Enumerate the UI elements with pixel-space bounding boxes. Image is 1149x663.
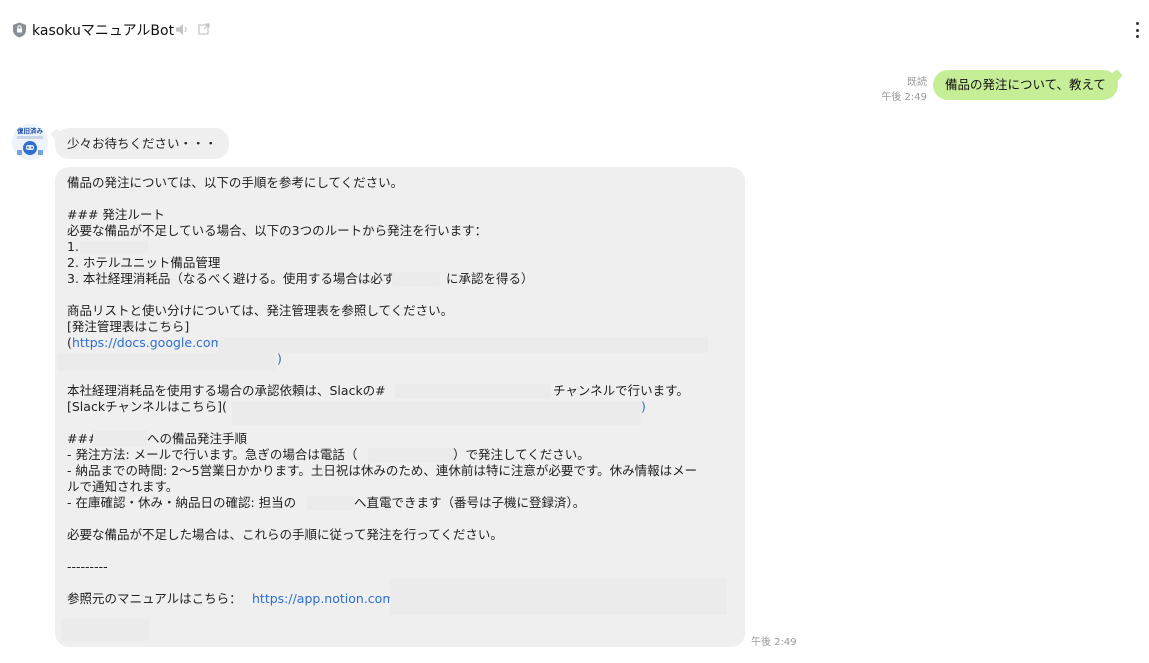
redacted-block <box>218 337 708 353</box>
bot-avatar[interactable]: 復旧済み <box>12 124 48 160</box>
redacted-block <box>307 496 355 510</box>
divider-text: --------- <box>67 559 108 574</box>
sheet-link[interactable]: https://docs.google.com <box>72 335 223 351</box>
chat-title: kasokuマニュアルBot <box>32 23 175 39</box>
user-message-text: 備品の発注について、教えて <box>945 77 1106 92</box>
procedure-method-start: - 発注方法: メールで行います。急ぎの場合は電話（ <box>67 447 358 462</box>
bot-message-timestamp: 午後 2:49 <box>751 637 797 648</box>
avatar-label: 復旧済み <box>16 126 44 135</box>
user-message-bubble: 備品の発注について、教えて <box>933 70 1118 100</box>
sheet-close-paren[interactable]: ) <box>277 351 282 367</box>
bot-waiting-bubble: 少々お待ちください・・・ <box>55 128 230 159</box>
route-description: 必要な備品が不足している場合、以下の3つのルートから発注を行います： <box>67 223 488 238</box>
redacted-block <box>80 241 148 253</box>
route-item-1: 1. <box>67 239 79 254</box>
list-description: 商品リストと使い分けについては、発注管理表を参照してください。 <box>67 303 454 318</box>
route-item-3-start: 3. 本社経理消耗品（なるべく避ける。使用する場合は必ず <box>67 271 396 286</box>
sheet-link-label: [発注管理表はこちら] <box>67 319 190 334</box>
read-receipt: 既読 <box>907 77 927 88</box>
speaker-muted-icon[interactable] <box>175 23 189 36</box>
redacted-block <box>395 384 551 398</box>
procedure-contact-end: へ直電できます（番号は子機に登録済）。 <box>354 495 586 510</box>
reference-link[interactable]: https://app.notion.com/ <box>252 591 399 607</box>
redacted-block <box>232 401 642 425</box>
procedure-method-end: ）で発注してください。 <box>453 447 590 462</box>
procedure-heading-end: への備品発注手順 <box>147 431 248 446</box>
redacted-block <box>390 579 727 615</box>
redacted-block <box>392 272 440 286</box>
redacted-block <box>58 353 276 371</box>
closing-text: 必要な備品が不足した場合は、これらの手順に従って発注を行ってください。 <box>67 527 503 542</box>
route-item-3-end: に承認を得る） <box>446 271 534 286</box>
redacted-block <box>368 448 456 462</box>
procedure-delivery: - 納品までの時間: 2〜5営業日かかります。土日祝は休みのため、連休前は特に注… <box>67 463 698 478</box>
answer-intro: 備品の発注については、以下の手順を参考にしてください。 <box>67 175 404 190</box>
external-link-icon[interactable] <box>198 23 210 35</box>
chat-header: kasokuマニュアルBot <box>0 0 1149 60</box>
procedure-contact-start: - 在庫確認・休み・納品日の確認: 担当の <box>67 495 297 510</box>
procedure-delivery-cont: ルで通知されます。 <box>67 479 179 494</box>
redacted-block <box>61 619 149 641</box>
slack-link-label: [Slackチャンネルはこちら]( <box>67 399 227 414</box>
slack-description-end: チャンネルで行います。 <box>553 383 689 398</box>
bot-waiting-text: 少々お待ちください・・・ <box>67 136 218 151</box>
message-timestamp: 午後 2:49 <box>881 92 927 103</box>
slack-close-paren[interactable]: ) <box>641 399 646 415</box>
route-item-2: 2. ホテルユニット備品管理 <box>67 255 221 270</box>
slack-description-start: 本社経理消耗品を使用する場合の承認依頼は、Slackの# <box>67 383 386 398</box>
shield-icon <box>13 22 26 38</box>
reference-label: 参照元のマニュアルはこちら： <box>67 591 242 606</box>
bot-answer-bubble: 備品の発注については、以下の手順を参考にしてください。 ### 発注ルート 必要… <box>55 167 745 647</box>
route-heading: ### 発注ルート <box>67 207 165 222</box>
more-vertical-icon[interactable] <box>1130 20 1144 40</box>
redacted-block <box>93 430 147 446</box>
